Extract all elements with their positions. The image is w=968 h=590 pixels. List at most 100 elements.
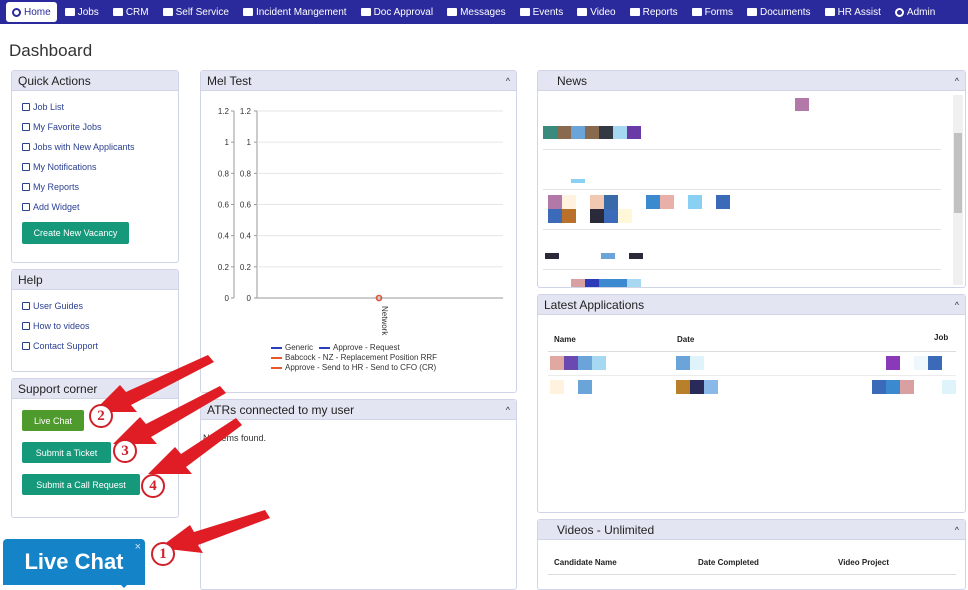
live-chat-widget-label: Live Chat <box>24 549 124 574</box>
legend-label[interactable]: Approve - Send to HR - Send to CFO (CR) <box>285 363 436 372</box>
legend-label[interactable]: Generic <box>285 343 313 352</box>
y-tick-label-left: 0.2 <box>218 263 230 272</box>
nav-incident-management[interactable]: Incident Mangement <box>237 2 353 22</box>
page-title: Dashboard <box>9 41 93 60</box>
table-divider <box>548 351 956 352</box>
collapse-chevron-icon[interactable]: ^ <box>955 300 959 310</box>
legend-row: Approve - Send to HR - Send to CFO (CR) <box>271 363 442 372</box>
submit-call-request-button[interactable]: Submit a Call Request <box>22 474 140 495</box>
nav-crm[interactable]: CRM <box>107 2 155 22</box>
column-header-name[interactable]: Name <box>554 335 576 344</box>
close-icon[interactable]: × <box>135 541 141 553</box>
gear-icon <box>894 7 904 17</box>
column-header-date[interactable]: Date <box>677 335 694 344</box>
quick-action-notifications[interactable]: My Notifications <box>22 157 168 177</box>
nav-documents[interactable]: Documents <box>741 2 817 22</box>
quick-action-add-widget[interactable]: Add Widget <box>22 197 168 217</box>
y-tick-label-right: 0.2 <box>240 263 252 272</box>
x-tick-label: Network <box>380 306 389 336</box>
nav-hr-assist[interactable]: HR Assist <box>819 2 887 22</box>
nav-events[interactable]: Events <box>514 2 570 22</box>
help-how-to-videos[interactable]: How to videos <box>22 316 168 336</box>
nav-jobs[interactable]: Jobs <box>59 2 105 22</box>
collapse-chevron-icon[interactable]: ^ <box>955 525 959 535</box>
videos-panel: Videos - Unlimited ^ Candidate Name Date … <box>537 519 966 590</box>
submit-ticket-button[interactable]: Submit a Ticket <box>22 442 111 463</box>
nav-doc-approval-label: Doc Approval <box>373 6 434 18</box>
news-divider <box>543 229 941 230</box>
help-user-guides[interactable]: User Guides <box>22 296 168 316</box>
videos-header: Videos - Unlimited ^ <box>538 520 965 540</box>
latest-applications-header: Latest Applications ^ <box>538 295 965 315</box>
y-tick-label-right: 1.2 <box>240 107 252 116</box>
folder-icon <box>64 8 75 16</box>
create-new-vacancy-button[interactable]: Create New Vacancy <box>22 222 129 244</box>
nav-self-service-label: Self Service <box>175 6 229 18</box>
live-chat-button[interactable]: Live Chat <box>22 410 84 431</box>
legend-swatch <box>271 356 282 359</box>
help-item-label: User Guides <box>33 301 84 311</box>
table-divider <box>548 375 956 376</box>
video-icon <box>22 322 30 330</box>
table-row[interactable] <box>538 377 966 399</box>
column-header-date-completed[interactable]: Date Completed <box>698 558 759 567</box>
collapse-chevron-icon[interactable]: ^ <box>506 405 510 415</box>
quick-action-label: My Notifications <box>33 162 97 172</box>
y-tick-label-right: 0 <box>247 294 252 303</box>
news-scrollbar-thumb[interactable] <box>954 133 962 213</box>
news-title: News <box>557 73 588 88</box>
file-icon <box>691 8 702 16</box>
collapse-chevron-icon[interactable]: ^ <box>955 76 959 86</box>
nav-messages[interactable]: Messages <box>441 2 512 22</box>
news-scrollbar[interactable] <box>953 95 963 285</box>
list-icon <box>162 8 173 16</box>
nav-crm-label: CRM <box>125 6 149 18</box>
legend-label[interactable]: Approve - Request <box>333 343 400 352</box>
y-tick-label-left: 0.4 <box>218 232 230 241</box>
nav-messages-label: Messages <box>460 6 506 18</box>
nav-admin-label: Admin <box>906 6 936 18</box>
atrs-panel: ATRs connected to my user ^ No items foun… <box>200 399 517 590</box>
news-divider <box>543 189 941 190</box>
nav-forms[interactable]: Forms <box>686 2 739 22</box>
column-header-candidate-name[interactable]: Candidate Name <box>554 558 617 567</box>
quick-action-job-list[interactable]: Job List <box>22 97 168 117</box>
list-icon <box>242 8 253 16</box>
live-chat-widget[interactable]: Live Chat × <box>3 539 145 585</box>
legend-label[interactable]: Babcock - NZ - Replacement Position RRF <box>285 353 437 362</box>
table-row[interactable] <box>538 353 966 375</box>
column-header-job[interactable]: Job <box>934 333 948 342</box>
y-tick-label-right: 0.4 <box>240 232 252 241</box>
help-contact-support[interactable]: Contact Support <box>22 336 168 356</box>
quick-action-reports[interactable]: My Reports <box>22 177 168 197</box>
atrs-title: ATRs connected to my user <box>207 402 355 417</box>
bar-chart-icon <box>22 203 30 211</box>
nav-admin[interactable]: Admin <box>889 2 941 22</box>
legend-row: Babcock - NZ - Replacement Position RRF <box>271 353 443 362</box>
quick-actions-title: Quick Actions <box>18 73 91 88</box>
nav-video[interactable]: Video <box>571 2 621 22</box>
collapse-chevron-icon[interactable]: ^ <box>506 76 510 86</box>
envelope-icon <box>447 8 458 16</box>
briefcase-icon <box>824 8 835 16</box>
quick-action-favorite-jobs[interactable]: My Favorite Jobs <box>22 117 168 137</box>
mel-test-title: Mel Test <box>207 73 252 88</box>
annotation-badge-4: 4 <box>141 474 165 498</box>
nav-home[interactable]: Home <box>6 2 57 22</box>
video-icon <box>577 8 588 16</box>
help-item-label: How to videos <box>33 321 90 331</box>
quick-action-label: My Reports <box>33 182 80 192</box>
nav-home-label: Home <box>24 6 51 18</box>
legend-swatch <box>319 346 331 349</box>
column-header-video-project[interactable]: Video Project <box>838 558 889 567</box>
table-divider <box>548 574 956 575</box>
quick-action-new-applicants[interactable]: Jobs with New Applicants <box>22 137 168 157</box>
nav-hr-assist-label: HR Assist <box>837 6 881 18</box>
nav-reports[interactable]: Reports <box>624 2 684 22</box>
quick-actions-header: Quick Actions <box>12 71 178 91</box>
annotation-badge-2: 2 <box>89 404 113 428</box>
nav-self-service[interactable]: Self Service <box>157 2 235 22</box>
copy-icon <box>22 123 30 131</box>
quick-action-label: Add Widget <box>33 202 80 212</box>
nav-doc-approval[interactable]: Doc Approval <box>355 2 439 22</box>
